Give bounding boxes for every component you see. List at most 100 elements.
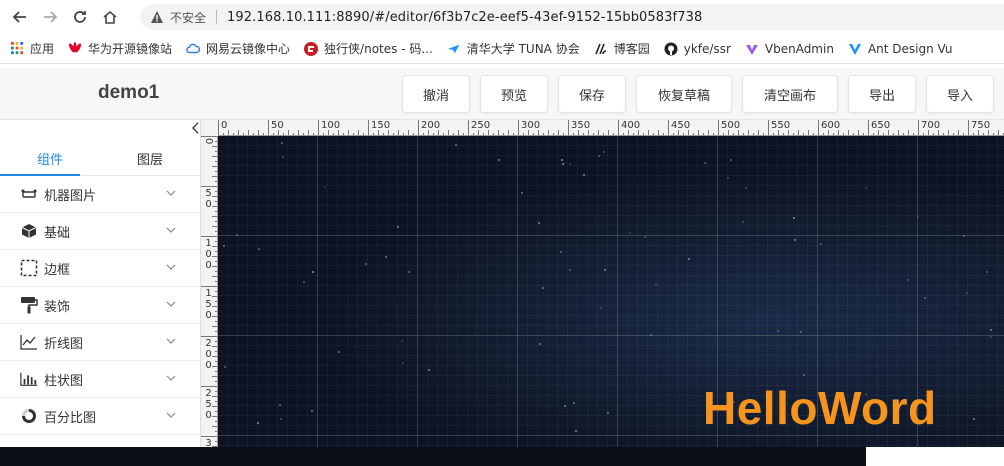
menu-item-label: 边框 bbox=[44, 262, 71, 278]
bookmark-label: 清华大学 TUNA 协会 bbox=[466, 42, 580, 56]
back-button[interactable] bbox=[10, 7, 30, 27]
clear-canvas-button[interactable]: 清空画布 bbox=[742, 75, 838, 113]
bookmark-antdv[interactable]: Ant Design Vu bbox=[848, 42, 953, 56]
background-star bbox=[644, 236, 646, 238]
menu-item-basic[interactable]: 基础 bbox=[0, 213, 200, 250]
background-star bbox=[573, 402, 575, 404]
cnblogs-logo-icon bbox=[594, 42, 608, 56]
horizontal-ruler[interactable]: 0 50 100 150 200 250 300 350 400 450 500… bbox=[218, 120, 1004, 136]
editor-header: demo1 撤消 预览 保存 恢复草稿 清空画布 导出 导入 bbox=[0, 68, 1004, 120]
address-bar[interactable]: 不安全 192.168.10.111:8890/#/editor/6f3b7c2… bbox=[140, 4, 1004, 30]
background-star bbox=[800, 331, 802, 333]
background-star bbox=[561, 159, 563, 161]
restore-draft-button[interactable]: 恢复草稿 bbox=[636, 75, 732, 113]
tuna-logo-icon bbox=[447, 42, 461, 56]
bookmark-label: Ant Design Vu bbox=[867, 41, 953, 56]
background-star bbox=[865, 187, 867, 189]
chevron-down-icon bbox=[166, 301, 176, 307]
background-star bbox=[569, 163, 571, 165]
export-button[interactable]: 导出 bbox=[848, 75, 916, 113]
collapse-sidebar-button[interactable] bbox=[188, 120, 202, 136]
undo-button[interactable]: 撤消 bbox=[402, 75, 470, 113]
browser-toolbar: 不安全 192.168.10.111:8890/#/editor/6f3b7c2… bbox=[0, 0, 1004, 34]
background-star bbox=[521, 192, 523, 194]
menu-item-label: 柱状图 bbox=[44, 373, 84, 389]
omnibox-divider bbox=[216, 10, 218, 24]
bar-chart-icon bbox=[20, 370, 38, 388]
background-star bbox=[279, 404, 281, 406]
background-star bbox=[730, 159, 732, 161]
bookmark-gitee[interactable]: 独行侠/notes - 码... bbox=[304, 40, 433, 57]
tab-components[interactable]: 组件 bbox=[0, 142, 100, 175]
chevron-down-icon bbox=[166, 227, 176, 233]
bookmark-netease[interactable]: 网易云镜像中心 bbox=[186, 40, 290, 57]
background-star bbox=[562, 163, 564, 165]
page-bottom-area bbox=[866, 447, 1004, 466]
import-button[interactable]: 导入 bbox=[926, 75, 994, 113]
background-star bbox=[607, 412, 609, 414]
menu-item-percentage-chart[interactable]: 百分比图 bbox=[0, 398, 200, 435]
background-star bbox=[538, 222, 540, 224]
background-star bbox=[223, 245, 225, 247]
ruler-label: 0 bbox=[221, 120, 228, 131]
background-star bbox=[629, 232, 631, 234]
bookmark-label: 应用 bbox=[30, 42, 55, 56]
background-star bbox=[583, 174, 585, 176]
background-star bbox=[428, 369, 430, 371]
reload-button[interactable] bbox=[70, 7, 90, 27]
bookmark-github[interactable]: ykfe/ssr bbox=[664, 42, 731, 56]
background-star bbox=[338, 351, 340, 353]
bookmark-label: 博客园 bbox=[613, 42, 650, 56]
bookmark-vben[interactable]: VbenAdmin bbox=[745, 42, 834, 56]
ruler-label: 350 bbox=[571, 120, 591, 131]
background-star bbox=[777, 330, 779, 332]
background-star bbox=[745, 187, 747, 189]
menu-item-robot-image[interactable]: 机器图片 bbox=[0, 176, 200, 213]
background-star bbox=[455, 144, 457, 146]
background-star bbox=[603, 151, 605, 153]
save-button[interactable]: 保存 bbox=[558, 75, 626, 113]
ruler-label: 150 bbox=[371, 120, 391, 131]
background-star bbox=[564, 405, 566, 407]
bookmark-cnblogs[interactable]: 博客园 bbox=[594, 40, 650, 57]
background-star bbox=[966, 292, 968, 294]
background-star bbox=[569, 269, 571, 271]
background-star bbox=[324, 186, 326, 188]
bookmark-huawei[interactable]: 华为开源镜像站 bbox=[68, 40, 172, 57]
background-star bbox=[385, 256, 387, 258]
background-star bbox=[986, 271, 988, 273]
preview-button[interactable]: 预览 bbox=[480, 75, 548, 113]
ruler-label: 100 bbox=[321, 120, 341, 131]
bookmarks-bar: 应用 华为开源镜像站 网易云镜像中心 独行侠/notes - 码... 清华大学… bbox=[0, 34, 1004, 64]
background-star bbox=[742, 221, 744, 223]
menu-item-line-chart[interactable]: 折线图 bbox=[0, 324, 200, 361]
menu-item-label: 折线图 bbox=[44, 336, 84, 352]
bookmark-apps[interactable]: 应用 bbox=[10, 40, 54, 57]
hello-text-component[interactable]: HelloWord bbox=[703, 385, 937, 431]
arrow-left-icon bbox=[12, 11, 26, 23]
background-star bbox=[542, 287, 544, 289]
bookmark-tuna[interactable]: 清华大学 TUNA 协会 bbox=[447, 40, 580, 57]
background-star bbox=[598, 155, 600, 157]
background-star bbox=[402, 362, 404, 364]
ruler-label: 300 bbox=[521, 120, 541, 131]
url-text[interactable]: 192.168.10.111:8890/#/editor/6f3b7c2e-ee… bbox=[227, 10, 702, 25]
menu-item-bar-chart[interactable]: 柱状图 bbox=[0, 361, 200, 398]
menu-item-border[interactable]: 边框 bbox=[0, 250, 200, 287]
bookmark-label: 网易云镜像中心 bbox=[206, 42, 291, 56]
menu-item-label: 百分比图 bbox=[44, 410, 97, 426]
background-star bbox=[560, 251, 562, 253]
background-star bbox=[917, 216, 919, 218]
ruler-label: 50 bbox=[203, 188, 214, 210]
background-star bbox=[236, 234, 238, 236]
ruler-label: 250 bbox=[471, 120, 491, 131]
ruler-label: 250 bbox=[203, 388, 214, 421]
home-button[interactable] bbox=[100, 7, 120, 27]
paint-roller-icon bbox=[20, 296, 38, 314]
menu-item-decoration[interactable]: 装饰 bbox=[0, 287, 200, 324]
component-menu: 机器图片 基础 边框 装饰 折线图 柱状图 百分比图 bbox=[0, 176, 200, 435]
forward-button[interactable] bbox=[40, 7, 60, 27]
background-star bbox=[401, 340, 403, 342]
tab-layers[interactable]: 图层 bbox=[100, 142, 200, 175]
vertical-ruler[interactable]: 0 50 100 150 200 250 3 bbox=[201, 136, 218, 466]
